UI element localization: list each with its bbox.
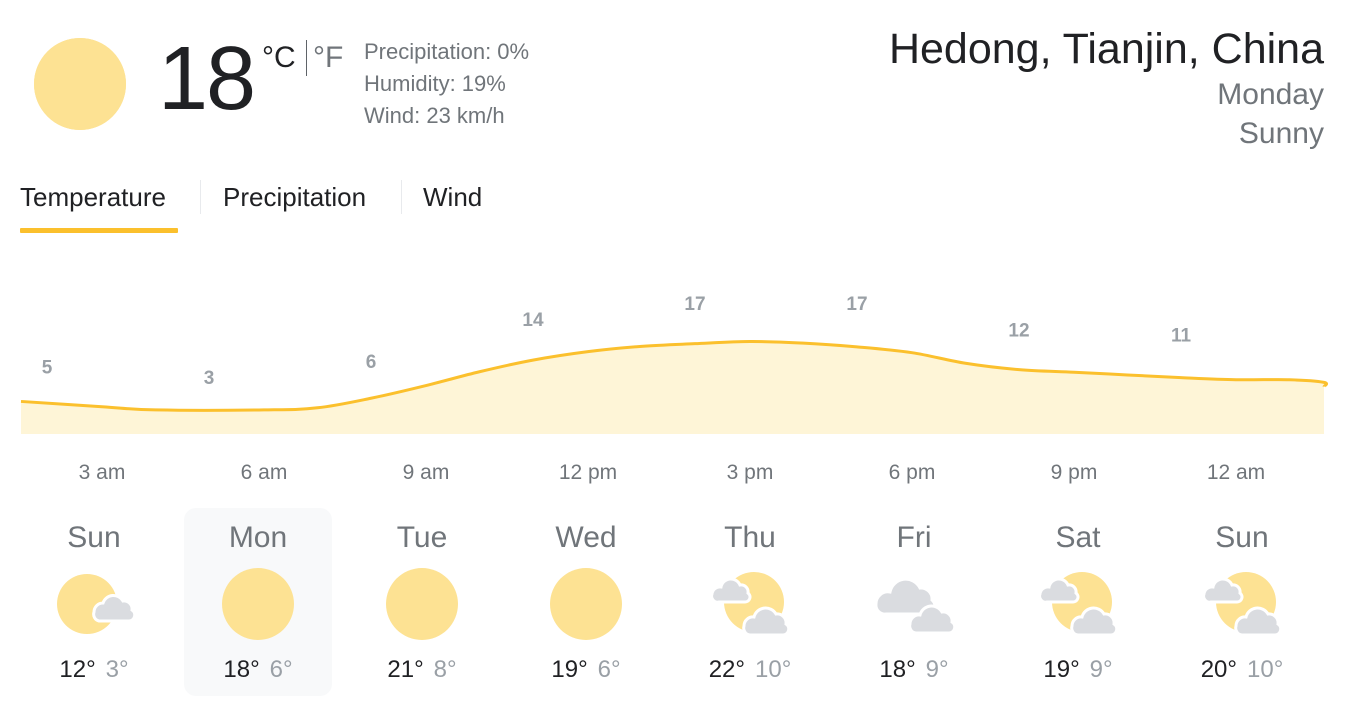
celsius-toggle[interactable]: °C	[262, 43, 296, 73]
chart-tick-label: 3 pm	[727, 461, 774, 484]
cloudy-icon	[874, 564, 957, 644]
forecast-low: 10°	[1247, 656, 1284, 683]
forecast-day-thu[interactable]: Thu 22° 10°	[676, 508, 824, 696]
chart-tick-label: 6 am	[241, 461, 288, 484]
forecast-low: 6°	[597, 656, 621, 683]
sun-icon	[382, 564, 462, 644]
chart-time-axis: 3 am 6 am 9 am 12 pm 3 pm 6 pm 9 pm 12 am	[79, 461, 1266, 484]
sun-icon	[218, 564, 298, 644]
forecast-high: 20°	[1200, 656, 1237, 683]
forecast-low: 8°	[433, 656, 457, 683]
forecast-temperatures: 18° 6°	[184, 658, 332, 682]
forecast-day-fri[interactable]: Fri 18° 9°	[840, 508, 988, 696]
chart-tick-label: 6 pm	[889, 461, 936, 484]
forecast-day-name: Sun	[1215, 521, 1269, 554]
forecast-high: 12°	[59, 656, 96, 683]
forecast-high: 18°	[223, 656, 260, 683]
forecast-day-name: Thu	[724, 521, 776, 554]
chart-data-label: 14	[522, 310, 544, 331]
forecast-day-name: Sat	[1055, 521, 1101, 554]
forecast-day-sun[interactable]: Sun 20° 10°	[1168, 508, 1316, 696]
forecast-temperatures: 20° 10°	[1168, 658, 1316, 682]
forecast-day-sat[interactable]: Sat 19° 9°	[1004, 508, 1152, 696]
humidity-detail: Humidity: 19%	[364, 71, 506, 96]
chart-data-label: 17	[846, 294, 867, 315]
sun-icon	[546, 564, 626, 644]
chart-data-label: 11	[1171, 326, 1192, 347]
forecast-temperatures: 21° 8°	[348, 658, 496, 682]
chart-data-label: 12	[1008, 320, 1029, 341]
forecast-temperatures: 19° 9°	[1004, 658, 1152, 682]
fahrenheit-toggle[interactable]: °F	[313, 43, 343, 73]
forecast-high: 19°	[1043, 656, 1080, 683]
forecast-day-wed[interactable]: Wed 19° 6°	[512, 508, 660, 696]
chart-area-fill	[21, 341, 1327, 434]
forecast-day-name: Tue	[396, 521, 448, 554]
forecast-day-name: Fri	[896, 521, 932, 554]
forecast-temperatures: 19° 6°	[512, 658, 660, 682]
forecast-temperatures: 18° 9°	[840, 658, 988, 682]
partly-cloudy-icon	[54, 564, 137, 644]
sun-icon	[34, 38, 126, 130]
forecast-high: 21°	[387, 656, 424, 683]
chart-tick-label: 12 pm	[559, 461, 617, 484]
mostly-cloudy-icon	[1038, 564, 1119, 644]
forecast-day-name: Sun	[67, 521, 121, 554]
precipitation-detail: Precipitation: 0%	[364, 39, 530, 64]
forecast-temperatures: 12° 3°	[20, 658, 168, 682]
chart-tick-label: 9 am	[403, 461, 450, 484]
current-temperature: 18	[158, 29, 256, 129]
forecast-temperatures: 22° 10°	[676, 658, 824, 682]
forecast-day-name: Mon	[228, 521, 288, 554]
forecast-day-name: Wed	[555, 521, 617, 554]
chart-data-label: 6	[366, 352, 377, 373]
selected-tab-indicator	[20, 228, 178, 233]
chart-tick-label: 12 am	[1207, 461, 1265, 484]
forecast-day-sun[interactable]: Sun 12° 3°	[20, 508, 168, 696]
chart-data-label: 5	[42, 358, 53, 379]
forecast-low: 9°	[925, 656, 949, 683]
tab-temperature[interactable]: Temperature	[20, 184, 166, 210]
current-day: Monday	[1217, 78, 1324, 111]
temperature-chart: 5 3 6 14 17 17 12 11 3 am 6 am 9 am 12 pm 3 pm 6 pm 9…	[20, 294, 1329, 484]
forecast-high: 19°	[551, 656, 588, 683]
mostly-cloudy-icon	[710, 564, 791, 644]
forecast-low: 10°	[755, 656, 792, 683]
chart-tick-label: 3 am	[79, 461, 126, 484]
unit-divider	[306, 40, 307, 76]
forecast-day-mon[interactable]: Mon 18° 6°	[184, 508, 332, 696]
tab-precipitation[interactable]: Precipitation	[223, 184, 366, 210]
location-title: Hedong, Tianjin, China	[888, 25, 1324, 73]
wind-detail: Wind: 23 km/h	[364, 103, 505, 128]
forecast-high: 18°	[879, 656, 916, 683]
mostly-cloudy-icon	[1202, 564, 1283, 644]
forecast-day-tue[interactable]: Tue 21° 8°	[348, 508, 496, 696]
tab-divider	[200, 180, 201, 214]
forecast-low: 9°	[1089, 656, 1113, 683]
current-condition: Sunny	[1238, 117, 1324, 150]
chart-data-label: 17	[684, 294, 705, 315]
tab-wind[interactable]: Wind	[423, 184, 482, 210]
forecast-high: 22°	[708, 656, 745, 683]
tab-divider	[401, 180, 402, 214]
chart-tick-label: 9 pm	[1051, 461, 1098, 484]
forecast-low: 3°	[105, 656, 129, 683]
chart-data-label: 3	[204, 368, 215, 389]
forecast-low: 6°	[269, 656, 293, 683]
